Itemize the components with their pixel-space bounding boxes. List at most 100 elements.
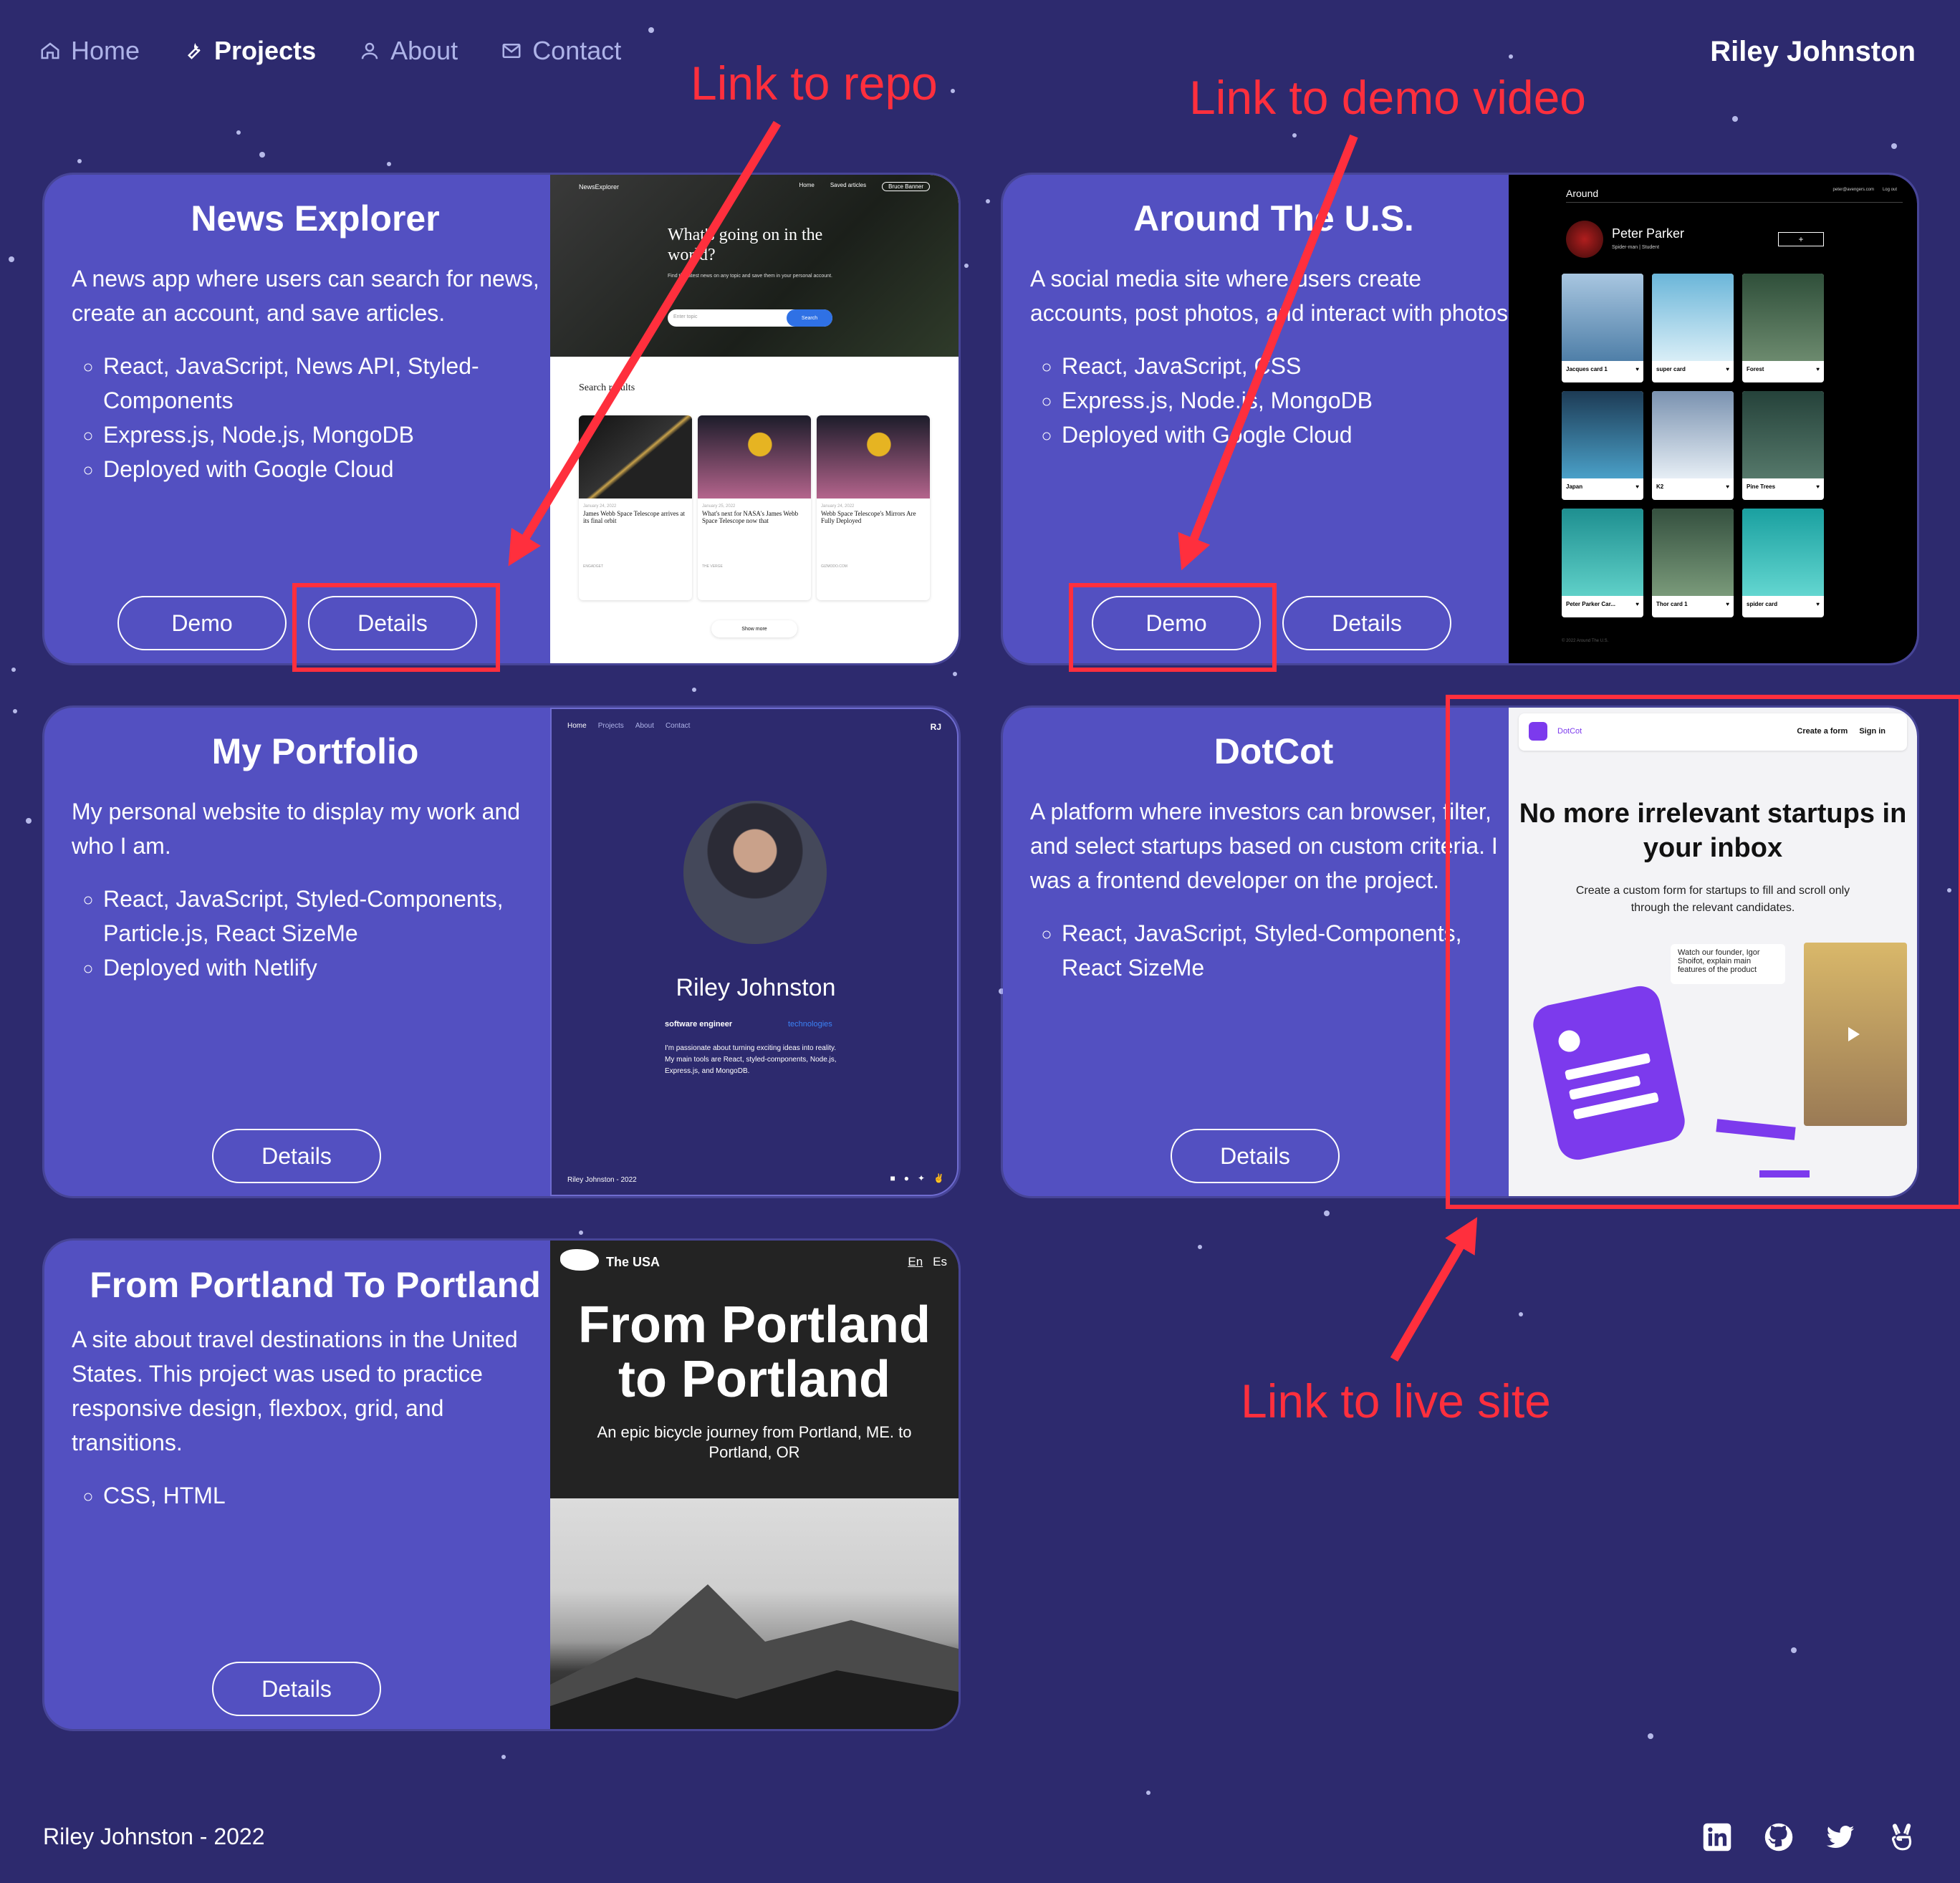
- github-icon[interactable]: [1764, 1822, 1794, 1852]
- star: [648, 27, 654, 33]
- star: [1324, 1210, 1330, 1216]
- project-screenshot[interactable]: Around peter@avengers.com Log out Peter …: [1509, 175, 1917, 663]
- project-screenshot[interactable]: Home Projects About Contact RJ Riley Joh…: [550, 708, 959, 1196]
- around-photo-title: Jacques card 1: [1566, 366, 1608, 372]
- nav-about[interactable]: About: [359, 36, 458, 66]
- home-icon: [41, 42, 59, 59]
- around-photo-caption: Pine Trees ♥: [1742, 478, 1824, 495]
- usa-headline: From Portland to Portland: [577, 1296, 931, 1408]
- ne-article-image: [579, 415, 692, 499]
- annotation-demo-video: Link to demo video: [1189, 71, 1587, 124]
- usa-logo: The USA: [606, 1255, 660, 1269]
- ne-article-source: THE VERGE: [702, 564, 723, 569]
- card-text: Around The U.S. A social media site wher…: [1030, 192, 1517, 452]
- angellist-icon[interactable]: [1887, 1822, 1917, 1852]
- ne-nav-home: Home: [799, 182, 815, 188]
- around-profile-about: Spider-man | Student: [1612, 245, 1660, 250]
- demo-button[interactable]: Demo: [117, 596, 287, 650]
- around-photo: [1562, 391, 1643, 478]
- heart-icon: ♥: [1635, 483, 1639, 490]
- around-photo: [1742, 391, 1824, 478]
- usa-lang: En Es: [908, 1255, 947, 1269]
- usa-lang-en: En: [908, 1255, 923, 1268]
- nav-contact-label: Contact: [532, 36, 622, 65]
- star: [692, 688, 696, 692]
- star: [77, 159, 82, 163]
- details-button[interactable]: Details: [1171, 1129, 1340, 1183]
- star: [501, 1755, 506, 1759]
- star: [1509, 54, 1513, 59]
- star: [1732, 116, 1738, 122]
- around-photo: [1652, 391, 1734, 478]
- project-screenshot[interactable]: The USA En Es From Portland to Portland …: [550, 1241, 959, 1729]
- ne-article-title: James Webb Space Telescope arrives at it…: [583, 510, 686, 524]
- ne-article-card: January 24, 2022 James Webb Space Telesc…: [579, 415, 692, 600]
- pf-nav-contact: Contact: [665, 722, 691, 730]
- around-photo: [1652, 509, 1734, 596]
- tech-item: Deployed with Google Cloud: [1062, 418, 1517, 452]
- annotation-live-site: Link to live site: [1241, 1374, 1551, 1427]
- linkedin-icon: ■: [890, 1173, 895, 1183]
- star: [1146, 1791, 1150, 1795]
- ne-nav-saved: Saved articles: [830, 182, 867, 188]
- project-description: A news app where users can search for ne…: [72, 266, 539, 326]
- nav-home[interactable]: Home: [39, 36, 140, 66]
- tech-item: React, JavaScript, Styled-Components, Pa…: [103, 882, 559, 950]
- project-screenshot[interactable]: NewsExplorer Home Saved articles Bruce B…: [550, 175, 959, 663]
- ne-article-image: [817, 415, 930, 499]
- heart-icon: ♥: [1726, 601, 1729, 607]
- tech-item: Deployed with Netlify: [103, 950, 559, 985]
- project-card-news-explorer: News Explorer A news app where users can…: [44, 175, 959, 663]
- landscape-image: [550, 1498, 959, 1729]
- nav-projects[interactable]: Projects: [183, 36, 316, 66]
- card-text: DotCot A platform where investors can br…: [1030, 725, 1517, 985]
- project-title: From Portland To Portland: [90, 1265, 541, 1305]
- avatar: [1566, 221, 1603, 258]
- project-title: News Explorer: [191, 198, 440, 239]
- pf-socials: ■ ● ✦ ✌: [890, 1173, 944, 1183]
- details-button[interactable]: Details: [1282, 596, 1451, 650]
- around-logo: Around: [1566, 188, 1599, 199]
- heart-icon: ♥: [1635, 601, 1639, 607]
- linkedin-icon[interactable]: [1702, 1822, 1732, 1852]
- around-card-grid: Jacques card 1 ♥ super card ♥ Forest ♥ Japan ♥ K…: [1562, 274, 1873, 617]
- around-photo-card: Jacques card 1 ♥: [1562, 274, 1643, 382]
- around-photo-title: super card: [1656, 366, 1686, 372]
- pf-nav: Home Projects About Contact: [567, 722, 690, 730]
- around-photo: [1562, 509, 1643, 596]
- heart-icon: ♥: [1726, 366, 1729, 372]
- project-title: My Portfolio: [211, 731, 419, 771]
- project-description: A site about travel destinations in the …: [72, 1326, 518, 1455]
- around-footer: © 2022 Around The U.S.: [1562, 639, 1609, 643]
- star: [259, 152, 265, 158]
- ne-article-image: [698, 415, 811, 499]
- project-card-portland: From Portland To Portland A site about t…: [44, 1241, 959, 1729]
- star: [953, 672, 957, 676]
- details-button[interactable]: Details: [212, 1129, 381, 1183]
- star: [951, 89, 955, 93]
- star: [236, 130, 241, 135]
- tech-item: Express.js, Node.js, MongoDB: [103, 418, 559, 452]
- brand-name[interactable]: Riley Johnston: [1710, 36, 1916, 68]
- star: [1791, 1647, 1797, 1653]
- ne-search-field: Enter topic Search: [668, 309, 832, 327]
- mountain-illustration: [550, 1584, 959, 1729]
- twitter-icon[interactable]: [1825, 1822, 1855, 1852]
- card-text: My Portfolio My personal website to disp…: [72, 725, 559, 985]
- around-photo-caption: Peter Parker Car... ♥: [1562, 596, 1643, 612]
- nav-contact[interactable]: Contact: [501, 36, 621, 66]
- annotation-box-live-site: [1446, 695, 1960, 1209]
- pf-initials: RJ: [930, 722, 941, 732]
- around-profile-name: Peter Parker: [1612, 226, 1685, 241]
- around-photo-caption: Japan ♥: [1562, 478, 1643, 495]
- star: [964, 264, 969, 268]
- ne-subline: Find the latest news on any topic and sa…: [668, 274, 832, 279]
- ne-results-title: Search results: [579, 382, 635, 393]
- footer-copyright: Riley Johnston - 2022: [43, 1824, 265, 1849]
- star: [1198, 1245, 1202, 1249]
- card-text: News Explorer A news app where users can…: [72, 192, 559, 486]
- tech-item: React, JavaScript, CSS: [1062, 349, 1517, 383]
- details-button[interactable]: Details: [212, 1662, 381, 1716]
- around-logout: Log out: [1882, 188, 1897, 192]
- pf-role: software engineer: [665, 1020, 733, 1029]
